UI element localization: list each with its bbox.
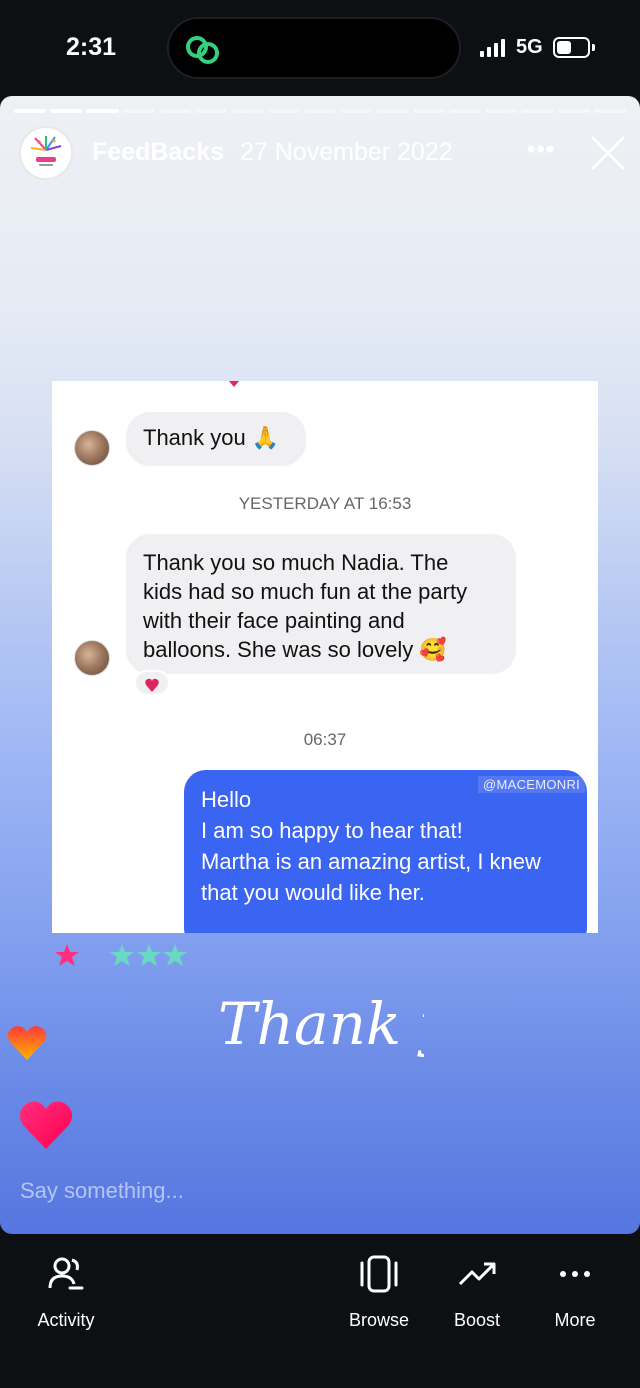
message-line: kids had so much fun at the party: [143, 579, 468, 604]
progress-segment: [376, 109, 409, 113]
message-bubble: Thank you so much Nadia. The kids had so…: [126, 534, 516, 674]
status-time: 2:31: [66, 33, 117, 61]
nav-activity[interactable]: Activity: [6, 1254, 126, 1331]
message-line: Martha is an amazing artist, I knew: [201, 849, 541, 874]
confetti-logo-icon: [21, 128, 71, 178]
heart-reaction-icon: [134, 670, 170, 696]
nav-label: Activity: [37, 1310, 95, 1330]
signal-icon: [480, 39, 510, 64]
watermark: @MACEMONRI: [478, 776, 586, 793]
heart-icon: [6, 1024, 48, 1067]
story-more-options-button[interactable]: •••: [527, 136, 555, 164]
message-line: Thank you so much Nadia. The: [143, 550, 449, 575]
progress-segment: [50, 109, 83, 113]
sender-avatar: [74, 640, 110, 676]
story-date: 27 November 2022: [240, 138, 453, 166]
message-line: I am so happy to hear that!: [201, 818, 463, 843]
chat-timestamp: 06:37: [303, 730, 347, 749]
heart-icon: [228, 381, 240, 393]
progress-segment: [557, 109, 590, 113]
message-bubble: Thank you 🙏: [126, 412, 306, 466]
progress-segment: [14, 109, 47, 113]
status-bar: 2:31 5G: [0, 0, 640, 96]
people-icon: [6, 1254, 126, 1294]
chat-screenshot: Thank you 🙏 YESTERDAY AT 16:53 Thank you…: [52, 381, 598, 933]
message-bubble-outgoing: Hello I am so happy to hear that! Martha…: [184, 770, 587, 933]
progress-segment: [122, 109, 155, 113]
story-avatar[interactable]: [19, 126, 73, 180]
network-type: 5G: [516, 36, 543, 58]
story-progress-bar: [14, 109, 626, 113]
progress-segment: [267, 109, 300, 113]
more-dots-icon: [515, 1254, 635, 1294]
message-line: balloons. She was so lovely 🥰: [143, 637, 447, 662]
bottom-nav: Activity Browse Boost More: [0, 1234, 640, 1388]
star-icon: [54, 942, 190, 975]
progress-segment: [448, 109, 482, 113]
battery-tip: [592, 44, 595, 51]
progress-segment: [593, 109, 626, 113]
progress-segment: [86, 109, 119, 113]
message-line: that you would like her.: [201, 880, 425, 905]
chat-timestamp: YESTERDAY AT 16:53: [238, 494, 412, 513]
progress-segment: [521, 109, 554, 113]
thank-you-handwriting: Thank you: [214, 974, 525, 1079]
nav-more[interactable]: More: [515, 1254, 635, 1331]
story-username[interactable]: FeedBacks: [92, 138, 224, 167]
reply-input[interactable]: Say something...: [20, 1178, 184, 1204]
progress-segment: [412, 109, 445, 113]
progress-segment: [158, 109, 192, 113]
linked-rings-icon: [183, 32, 223, 73]
progress-segment: [303, 109, 337, 113]
sender-avatar: [74, 430, 110, 466]
progress-segment: [195, 109, 228, 113]
close-icon[interactable]: [589, 134, 627, 177]
progress-segment: [340, 109, 373, 113]
nav-label: More: [554, 1310, 596, 1330]
progress-segment: [485, 109, 518, 113]
heart-icon: [18, 1099, 74, 1156]
thank-you-text: Thank you: [218, 990, 424, 1058]
story-viewer[interactable]: FeedBacks 27 November 2022 ••• Thank you…: [0, 96, 640, 1234]
battery-icon: [553, 37, 590, 58]
progress-segment: [231, 109, 264, 113]
dynamic-island: [167, 17, 461, 79]
message-line: with their face painting and: [143, 608, 405, 633]
